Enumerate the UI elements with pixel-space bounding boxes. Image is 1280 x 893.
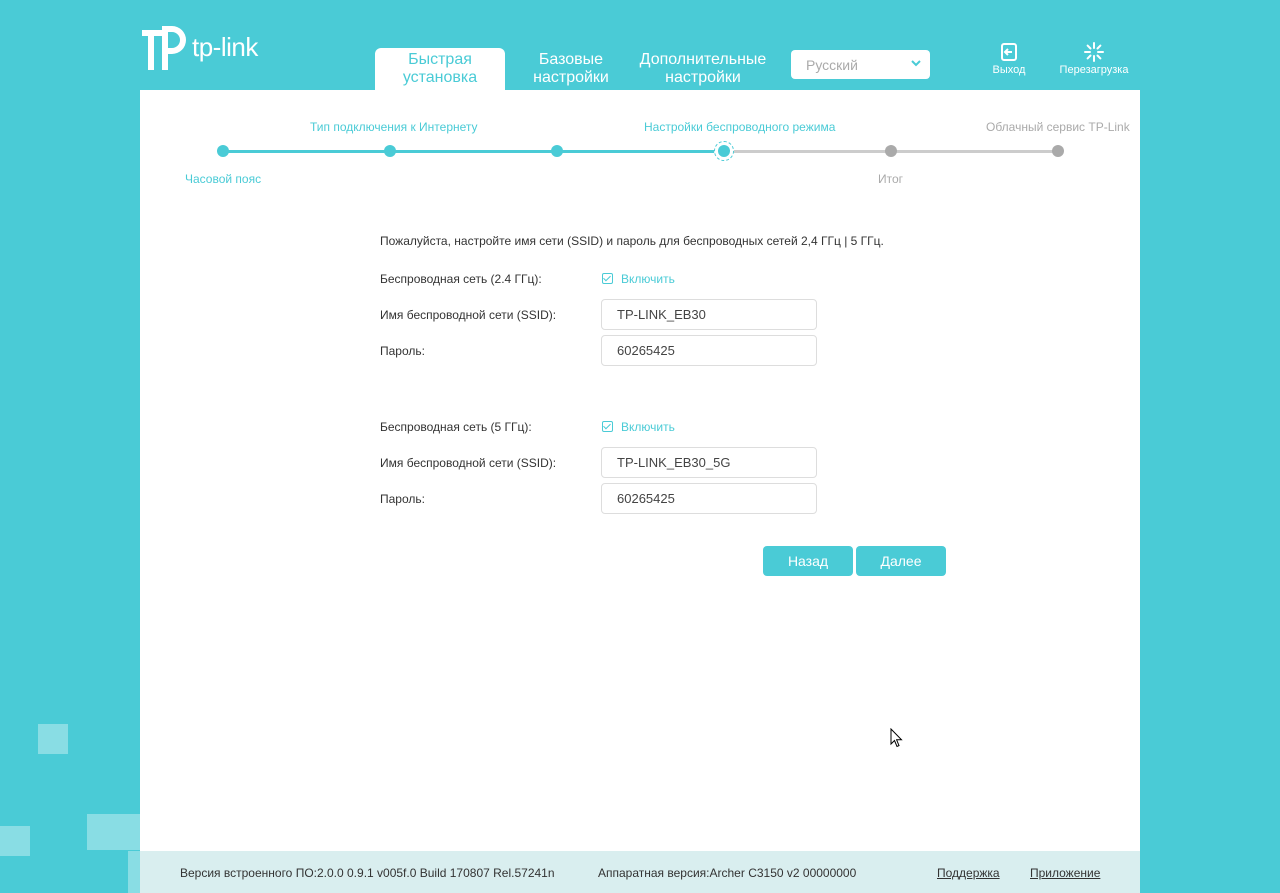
progress-step-dot: [217, 145, 229, 157]
progress-step-dot: [1052, 145, 1064, 157]
logout-button[interactable]: Выход: [988, 42, 1030, 76]
band24-password-input[interactable]: [601, 335, 817, 366]
tab-advanced[interactable]: Дополнительные настройки: [635, 48, 771, 90]
band24-ssid-label: Имя беспроводной сети (SSID):: [380, 308, 557, 322]
band5-password-input[interactable]: [601, 483, 817, 514]
progress-label-wireless: Настройки беспроводного режима: [644, 120, 836, 134]
band24-enable-checkbox[interactable]: [602, 273, 613, 284]
band24-ssid-input[interactable]: [601, 299, 817, 330]
form-intro: Пожалуйста, настройте имя сети (SSID) и …: [380, 234, 884, 248]
progress-line-done: [223, 150, 724, 153]
progress-label-connection-type: Тип подключения к Интернету: [310, 120, 478, 134]
tab-label: Базовые: [538, 51, 604, 68]
logout-icon: [1001, 43, 1017, 61]
band24-label: Беспроводная сеть (2.4 ГГц):: [380, 272, 542, 286]
band5-ssid-input[interactable]: [601, 447, 817, 478]
reboot-button[interactable]: Перезагрузка: [1056, 42, 1132, 76]
tab-basic[interactable]: Базовые настройки: [510, 48, 632, 90]
logo-text: tp-link: [192, 31, 258, 62]
firmware-version: Версия встроенного ПО:2.0.0 0.9.1 v005f.…: [180, 866, 555, 880]
tp-link-logo-icon: [142, 26, 186, 70]
back-button[interactable]: Назад: [763, 546, 853, 576]
progress-label-cloud: Облачный сервис TP-Link: [986, 120, 1130, 134]
page: tp-link Быстрая установка Базовые настро…: [0, 0, 1280, 893]
tab-label: установка: [402, 69, 478, 86]
band5-label: Беспроводная сеть (5 ГГц):: [380, 420, 532, 434]
app-link[interactable]: Приложение: [1030, 866, 1100, 880]
progress-label-timezone: Часовой пояс: [185, 172, 262, 186]
band24-enable-label[interactable]: Включить: [621, 272, 675, 286]
logout-label: Выход: [992, 64, 1026, 76]
progress-step-dot: [885, 145, 897, 157]
progress-label-summary: Итог: [878, 172, 904, 186]
tab-label: Быстрая: [408, 51, 472, 68]
reboot-label: Перезагрузка: [1059, 64, 1129, 76]
tp-link-logo: tp-link: [140, 22, 258, 72]
mouse-cursor-icon: [890, 728, 903, 748]
band5-ssid-label: Имя беспроводной сети (SSID):: [380, 456, 557, 470]
reboot-icon: [1084, 42, 1104, 62]
hardware-version: Аппаратная версия:Archer C3150 v2 000000…: [598, 866, 857, 880]
decor-square: [87, 814, 140, 850]
band5-password-label: Пароль:: [380, 492, 425, 506]
main-panel: Тип подключения к Интернету Настройки бе…: [140, 90, 1140, 893]
progress-step-dot: [384, 145, 396, 157]
tab-label: настройки: [665, 69, 741, 86]
support-link[interactable]: Поддержка: [937, 866, 1000, 880]
next-button[interactable]: Далее: [856, 546, 946, 576]
language-select[interactable]: Русский: [791, 50, 930, 79]
tab-label: Дополнительные: [639, 51, 767, 68]
decor-square: [128, 851, 140, 893]
band5-enable-checkbox[interactable]: [602, 421, 613, 432]
decor-square: [38, 724, 68, 754]
chevron-down-icon: [910, 56, 922, 73]
tab-quick-setup[interactable]: Быстрая установка: [375, 48, 505, 90]
decor-square: [0, 826, 30, 856]
language-value: Русский: [806, 57, 858, 73]
progress-step-dot: [551, 145, 563, 157]
progress-step-current: [714, 141, 734, 161]
tab-label: настройки: [533, 69, 609, 86]
footer: Версия встроенного ПО:2.0.0 0.9.1 v005f.…: [140, 851, 1140, 893]
band24-password-label: Пароль:: [380, 344, 425, 358]
band5-enable-label[interactable]: Включить: [621, 420, 675, 434]
